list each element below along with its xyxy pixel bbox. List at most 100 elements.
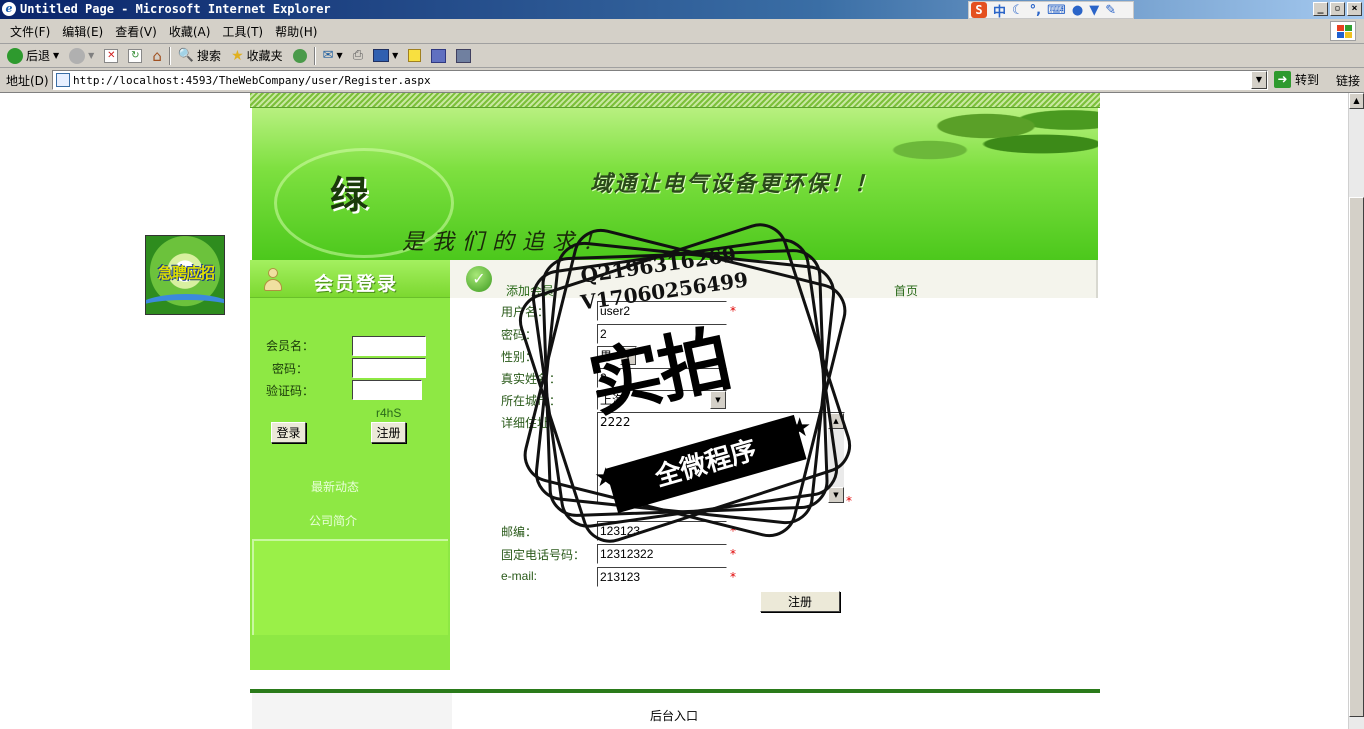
links-button[interactable]: 链接: [1336, 72, 1360, 89]
city-select[interactable]: 上海 ▼: [597, 390, 727, 410]
banner-logo: 绿: [330, 172, 369, 217]
back-button[interactable]: 后退 ▼: [4, 46, 62, 66]
login-password-input[interactable]: [352, 358, 426, 378]
menu-file[interactable]: 文件(F): [4, 23, 56, 40]
mail-button[interactable]: ✉ ▼: [320, 46, 346, 66]
moon-icon[interactable]: ☾: [1012, 3, 1024, 18]
search-button[interactable]: 🔍 搜索: [175, 46, 224, 66]
address-textarea[interactable]: 2222 ▲ ▼: [597, 412, 845, 504]
required-mark: *: [730, 570, 736, 584]
standard-toolbar: 后退 ▼ ▼ ✕ ↻ ⌂ 🔍 搜索 ★ 收藏夹 ✉ ▼ ⎙ ▼: [0, 44, 1364, 68]
go-arrow-icon: ➜: [1274, 71, 1291, 88]
textarea-scrollbar[interactable]: ▲ ▼: [828, 413, 844, 503]
forward-arrow-icon: [69, 47, 86, 64]
scrollbar-thumb[interactable]: [1349, 197, 1364, 717]
chevron-down-icon[interactable]: ▼: [88, 51, 94, 60]
forward-button[interactable]: ▼: [66, 46, 97, 66]
menu-favorites[interactable]: 收藏(A): [163, 23, 217, 40]
back-arrow-icon: [7, 47, 23, 64]
page-scrollbar[interactable]: ▲: [1348, 93, 1364, 729]
register-button[interactable]: 注册: [371, 422, 406, 443]
go-label: 转到: [1295, 73, 1320, 87]
history-icon: [292, 48, 307, 63]
realname-input[interactable]: [597, 368, 727, 388]
admin-entry-link[interactable]: 后台入口: [650, 707, 698, 724]
menu-view[interactable]: 查看(V): [109, 23, 163, 40]
gender-select[interactable]: 男 ▼: [597, 346, 637, 366]
home-button[interactable]: ⌂: [149, 46, 165, 66]
news-link[interactable]: 最新动态: [235, 478, 435, 495]
wrench-icon[interactable]: ✎: [1105, 3, 1116, 18]
minimize-button[interactable]: _: [1313, 2, 1328, 16]
required-mark: *: [730, 524, 736, 538]
phone-input[interactable]: [597, 544, 727, 564]
edit-icon: [373, 49, 390, 62]
refresh-button[interactable]: ↻: [125, 46, 145, 66]
edit-button[interactable]: ▼: [370, 46, 401, 66]
chevron-down-icon[interactable]: ▼: [392, 51, 398, 60]
member-name-label: 会员名：: [266, 339, 315, 353]
ime-mode-label[interactable]: 中: [993, 1, 1006, 20]
chevron-down-icon[interactable]: ▼: [620, 347, 636, 365]
search-icon: 🔍: [177, 48, 195, 63]
captcha-label: 验证码：: [266, 384, 315, 398]
ie-icon: e: [2, 2, 16, 16]
go-button[interactable]: ➜ 转到: [1274, 71, 1319, 88]
sogou-icon[interactable]: S: [971, 2, 987, 18]
toolbar-separator: [313, 46, 316, 65]
history-button[interactable]: [290, 46, 310, 66]
stop-icon: ✕: [104, 48, 119, 63]
address-box[interactable]: ▼: [52, 70, 1268, 90]
close-button[interactable]: ×: [1347, 2, 1362, 16]
menu-edit[interactable]: 编辑(E): [56, 23, 109, 40]
shirt-icon[interactable]: ▼: [1089, 3, 1099, 18]
captcha-code[interactable]: r4hS: [376, 406, 401, 420]
scroll-down-icon[interactable]: ▼: [828, 487, 844, 503]
title-bar: e Untitled Page - Microsoft Internet Exp…: [0, 0, 1364, 20]
required-mark: *: [730, 304, 736, 318]
menu-help[interactable]: 帮助(H): [269, 23, 323, 40]
punctuation-icon[interactable]: °,: [1030, 3, 1041, 18]
scroll-up-icon[interactable]: ▲: [828, 413, 844, 429]
member-name-input[interactable]: [352, 336, 426, 356]
user-icon[interactable]: ●: [1072, 3, 1083, 18]
scroll-up-icon[interactable]: ▲: [1349, 93, 1364, 109]
printer-icon: ⎙: [352, 48, 364, 63]
home-link[interactable]: 首页: [894, 282, 918, 299]
submit-register-button[interactable]: 注册: [760, 591, 840, 612]
discuss-button[interactable]: [405, 46, 424, 66]
captcha-input[interactable]: [352, 380, 422, 400]
note-icon: [408, 49, 422, 62]
favorites-button[interactable]: ★ 收藏夹: [228, 46, 286, 66]
email-input[interactable]: [597, 567, 727, 587]
print-button[interactable]: ⎙: [350, 46, 366, 66]
restore-button[interactable]: ▫: [1330, 2, 1345, 16]
ad-text: 急聘应招: [157, 264, 215, 282]
address-dropdown-button[interactable]: ▼: [1251, 71, 1267, 89]
chevron-down-icon[interactable]: ▼: [53, 51, 59, 60]
research-icon: [456, 48, 472, 63]
password-label: 密码：: [501, 328, 538, 342]
url-input[interactable]: [73, 72, 1243, 88]
login-button[interactable]: 登录: [271, 422, 306, 443]
toolbar-separator: [168, 46, 171, 65]
page-viewport: 急聘应招 绿 域通让电气设备更环保！！ 是我们的追求！ 会员登录 会员名： 密码…: [0, 93, 1348, 729]
about-link[interactable]: 公司简介: [233, 512, 433, 529]
ime-toolbar[interactable]: S 中 ☾ °, ⌨ ● ▼ ✎: [968, 1, 1134, 20]
content-header: ✓ 添加会员 首页: [450, 260, 1098, 298]
password-input[interactable]: [597, 324, 727, 344]
chevron-down-icon[interactable]: ▼: [337, 51, 343, 60]
username-input[interactable]: [597, 301, 727, 321]
menu-tools[interactable]: 工具(T): [216, 23, 269, 40]
keyboard-icon[interactable]: ⌨: [1047, 3, 1066, 18]
messenger-button[interactable]: [428, 46, 449, 66]
add-member-link[interactable]: 添加会员: [506, 282, 554, 299]
chevron-down-icon[interactable]: ▼: [710, 391, 726, 409]
zip-input[interactable]: [597, 521, 727, 541]
favorites-label: 收藏夹: [246, 49, 283, 63]
address-label: 详细住址：: [501, 416, 562, 430]
login-header: 会员登录: [250, 260, 450, 298]
research-button[interactable]: [453, 46, 474, 66]
ad-banner-image[interactable]: 急聘应招: [145, 235, 225, 315]
stop-button[interactable]: ✕: [101, 46, 121, 66]
